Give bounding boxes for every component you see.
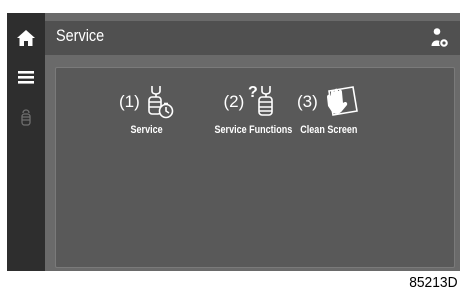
- tile-label: Service: [130, 124, 163, 136]
- hmi-screen: Service (1) Service (2) ? Service Functi…: [7, 13, 460, 271]
- service-hand-icon: [21, 109, 31, 126]
- tile-number: (3): [296, 92, 318, 111]
- tile-service[interactable]: (1) Service: [119, 82, 175, 136]
- content-panel: (1) Service (2) ? Service Functions (3) …: [55, 67, 455, 268]
- tile-service-functions[interactable]: (2) ? Service Functions: [206, 82, 301, 136]
- tile-label: Service Functions: [214, 124, 293, 136]
- svg-text:?: ?: [248, 84, 258, 101]
- side-rail: [7, 13, 45, 271]
- clean-screen-icon: [326, 86, 358, 116]
- tile-clean-screen[interactable]: (3) Clean Screen: [294, 82, 364, 136]
- tile-number: (1): [119, 92, 140, 111]
- figure-code: 85213D: [409, 274, 458, 291]
- page-title: Service: [56, 26, 105, 45]
- user-settings-icon: [431, 28, 450, 49]
- home-icon: [17, 30, 35, 46]
- sidebar-item-service[interactable]: [7, 101, 45, 133]
- home-button[interactable]: [7, 21, 45, 55]
- title-bar: Service: [45, 21, 460, 55]
- user-button[interactable]: [428, 26, 452, 50]
- menu-button[interactable]: [7, 63, 45, 91]
- tile-label: Clean Screen: [300, 124, 358, 136]
- service-functions-icon: ?: [248, 84, 274, 116]
- service-wrench-timer-icon: [147, 86, 174, 119]
- menu-icon: [18, 71, 34, 84]
- tile-number: (2): [223, 92, 245, 111]
